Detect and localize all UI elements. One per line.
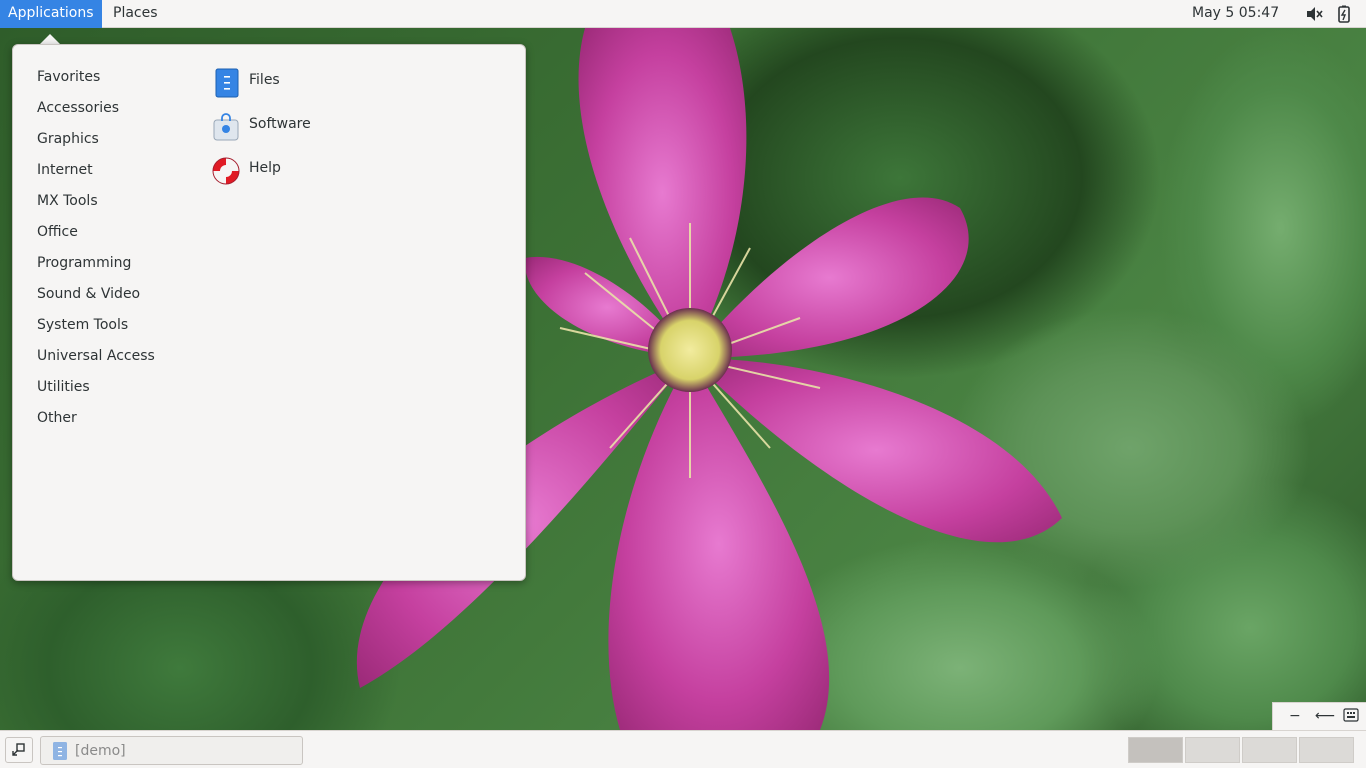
workspace-2[interactable]: [1185, 737, 1240, 763]
category-system-tools[interactable]: System Tools: [37, 314, 128, 336]
show-desktop-icon: [12, 743, 25, 756]
workspace-1[interactable]: [1128, 737, 1183, 763]
app-software-label: Software: [249, 116, 311, 132]
places-menu-button[interactable]: Places: [105, 0, 166, 28]
help-lifebuoy-icon: [211, 156, 241, 186]
category-internet[interactable]: Internet: [37, 159, 93, 181]
category-favorites[interactable]: Favorites: [37, 66, 100, 88]
app-help[interactable]: Help: [211, 154, 411, 188]
category-programming[interactable]: Programming: [37, 252, 131, 274]
popup-pointer: [40, 34, 60, 44]
show-desktop-button[interactable]: [5, 737, 33, 763]
arrow-left-icon[interactable]: ⟵: [1315, 708, 1335, 724]
volume-muted-icon[interactable]: [1305, 5, 1323, 23]
files-window-icon: [52, 741, 68, 765]
app-files[interactable]: Files: [211, 66, 411, 100]
app-software[interactable]: Software: [211, 110, 411, 144]
category-sound-video[interactable]: Sound & Video: [37, 283, 140, 305]
category-graphics[interactable]: Graphics: [37, 128, 99, 150]
applications-menu-button[interactable]: Applications: [0, 0, 102, 28]
bottom-panel: [demo]: [0, 730, 1366, 768]
clock[interactable]: May 5 05:47: [1192, 0, 1279, 28]
minimize-icon[interactable]: −: [1289, 708, 1301, 724]
taskbar-window-demo[interactable]: [demo]: [40, 736, 303, 765]
files-icon: [211, 68, 241, 98]
workspace-4[interactable]: [1299, 737, 1354, 763]
app-files-label: Files: [249, 72, 280, 88]
app-help-label: Help: [249, 160, 281, 176]
keyboard-icon[interactable]: [1343, 708, 1359, 726]
battery-icon[interactable]: [1335, 5, 1353, 23]
category-accessories[interactable]: Accessories: [37, 97, 119, 119]
category-universal-access[interactable]: Universal Access: [37, 345, 155, 367]
top-panel: Applications Places May 5 05:47: [0, 0, 1366, 28]
workspace-3[interactable]: [1242, 737, 1297, 763]
category-other[interactable]: Other: [37, 407, 77, 429]
software-icon: [211, 112, 241, 142]
applications-menu-popup: Favorites Accessories Graphics Internet …: [12, 44, 526, 581]
category-mx-tools[interactable]: MX Tools: [37, 190, 98, 212]
taskbar-window-title: [demo]: [75, 743, 126, 759]
category-office[interactable]: Office: [37, 221, 78, 243]
category-utilities[interactable]: Utilities: [37, 376, 90, 398]
